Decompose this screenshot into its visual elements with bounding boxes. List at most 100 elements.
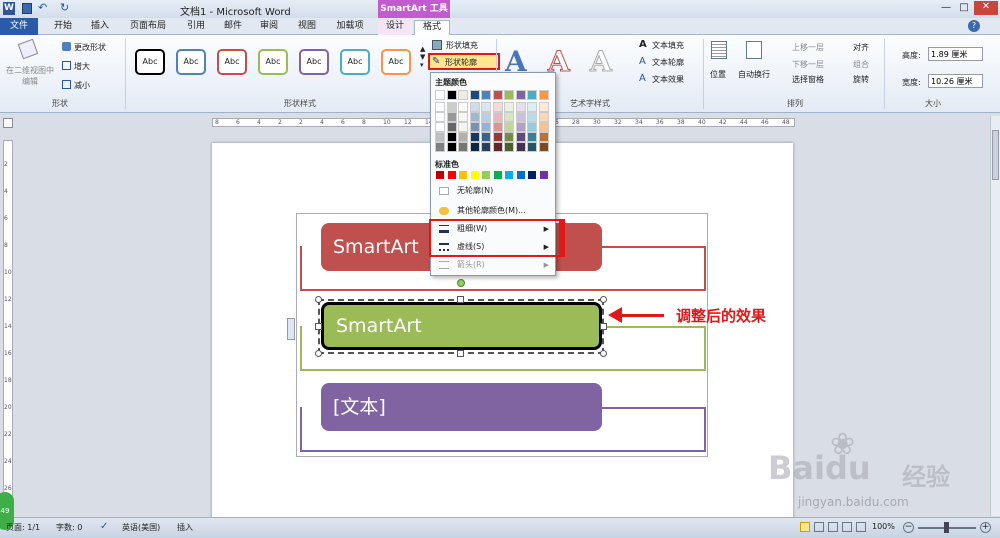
resize-handle[interactable]: [457, 296, 464, 303]
page-count[interactable]: 页面: 1/1: [6, 522, 40, 533]
shape-style-option[interactable]: Abc: [135, 49, 165, 75]
theme-color-swatch[interactable]: [504, 102, 514, 112]
word-count[interactable]: 字数: 0: [56, 522, 82, 533]
zoom-thumb[interactable]: [944, 522, 949, 533]
tab-insert[interactable]: 插入: [85, 20, 115, 35]
theme-color-swatch[interactable]: [458, 102, 468, 112]
insert-mode[interactable]: 插入: [177, 522, 193, 533]
theme-color-swatch[interactable]: [481, 90, 491, 100]
text-fill-button[interactable]: 文本填充: [652, 40, 684, 51]
tab-design[interactable]: 设计: [378, 20, 412, 35]
theme-color-swatch[interactable]: [435, 90, 445, 100]
theme-color-swatch[interactable]: [435, 132, 445, 142]
standard-color-swatch[interactable]: [528, 171, 536, 179]
theme-color-swatch[interactable]: [458, 90, 468, 100]
tab-format[interactable]: 格式: [414, 20, 450, 36]
resize-handle[interactable]: [315, 323, 322, 330]
align-button[interactable]: 对齐: [853, 42, 869, 53]
theme-color-swatch[interactable]: [538, 142, 549, 152]
standard-color-swatch[interactable]: [505, 171, 513, 179]
shape-style-option[interactable]: Abc: [381, 49, 411, 75]
text-effects-button[interactable]: 文本效果: [652, 74, 684, 85]
theme-color-swatch[interactable]: [538, 132, 549, 142]
larger-button[interactable]: 增大: [74, 61, 90, 72]
resize-handle[interactable]: [457, 350, 464, 357]
theme-color-swatch[interactable]: [446, 102, 457, 112]
theme-color-swatch[interactable]: [515, 112, 526, 122]
resize-handle[interactable]: [600, 296, 607, 303]
tab-references[interactable]: 引用: [181, 20, 211, 35]
smartart-shape-2[interactable]: SmartArt: [321, 302, 602, 350]
gallery-scroll-icon[interactable]: ▲ ▼ ▾: [420, 45, 425, 69]
tab-addins[interactable]: 加载项: [330, 20, 370, 35]
theme-color-swatch[interactable]: [435, 102, 445, 112]
shape-style-option[interactable]: Abc: [340, 49, 370, 75]
theme-color-swatch[interactable]: [504, 132, 514, 142]
theme-color-swatch[interactable]: [446, 142, 457, 152]
standard-color-swatch[interactable]: [516, 171, 525, 179]
text-outline-button[interactable]: 文本轮廓: [652, 57, 684, 68]
theme-color-swatch[interactable]: [515, 122, 526, 132]
zoom-out-button[interactable]: −: [903, 522, 914, 533]
tab-file[interactable]: 文件: [0, 18, 38, 35]
theme-color-swatch[interactable]: [504, 122, 514, 132]
arrows-item[interactable]: 箭头(R) ▶: [433, 257, 555, 273]
view-draft-icon[interactable]: [856, 522, 866, 532]
weight-item[interactable]: 粗细(W) ▶: [433, 221, 555, 237]
redo-icon[interactable]: ↻: [60, 1, 69, 14]
minimize-button[interactable]: —: [938, 2, 954, 14]
standard-color-swatch[interactable]: [539, 171, 548, 179]
shape-style-option[interactable]: Abc: [217, 49, 247, 75]
change-shape-button[interactable]: 更改形状: [74, 42, 106, 53]
standard-color-swatch[interactable]: [436, 171, 444, 179]
theme-color-swatch[interactable]: [481, 112, 491, 122]
theme-color-swatch[interactable]: [458, 132, 468, 142]
theme-color-swatch[interactable]: [446, 122, 457, 132]
shape-fill-button[interactable]: 形状填充: [446, 40, 478, 51]
theme-color-swatch[interactable]: [481, 122, 491, 132]
rotate-button[interactable]: 旋转: [853, 74, 869, 85]
selection-pane-button[interactable]: 选择窗格: [792, 74, 824, 85]
theme-color-swatch[interactable]: [538, 112, 549, 122]
wrap-text-button[interactable]: 自动换行: [738, 69, 770, 80]
theme-color-swatch[interactable]: [515, 90, 526, 100]
theme-color-swatch[interactable]: [446, 132, 457, 142]
theme-color-swatch[interactable]: [469, 132, 480, 142]
width-field[interactable]: [928, 74, 983, 88]
theme-color-swatch[interactable]: [458, 112, 468, 122]
theme-color-swatch[interactable]: [469, 90, 480, 100]
view-web-icon[interactable]: [828, 522, 838, 532]
theme-color-swatch[interactable]: [492, 90, 503, 100]
position-button[interactable]: 位置: [710, 69, 726, 80]
smaller-button[interactable]: 减小: [74, 80, 90, 91]
theme-color-swatch[interactable]: [435, 142, 445, 152]
shape-style-option[interactable]: Abc: [299, 49, 329, 75]
theme-color-swatch[interactable]: [515, 132, 526, 142]
view-reading-icon[interactable]: [814, 522, 824, 532]
theme-color-swatch[interactable]: [481, 102, 491, 112]
tab-mailings[interactable]: 邮件: [218, 20, 248, 35]
shape-outline-button[interactable]: ✎ 形状轮廓: [428, 53, 500, 70]
edit-2d-button[interactable]: 在二维视图中编辑: [4, 65, 56, 87]
shape-style-option[interactable]: Abc: [176, 49, 206, 75]
theme-color-swatch[interactable]: [538, 122, 549, 132]
theme-color-swatch[interactable]: [469, 102, 480, 112]
standard-color-swatch[interactable]: [482, 171, 490, 179]
theme-color-swatch[interactable]: [481, 132, 491, 142]
more-colors-item[interactable]: 其他轮廓颜色(M)...: [433, 203, 555, 219]
close-button[interactable]: ✕: [974, 1, 998, 15]
theme-color-swatch[interactable]: [458, 122, 468, 132]
shape-style-option[interactable]: Abc: [258, 49, 288, 75]
theme-color-swatch[interactable]: [527, 142, 537, 152]
theme-color-swatch[interactable]: [527, 122, 537, 132]
no-outline-item[interactable]: 无轮廓(N): [433, 183, 555, 199]
theme-color-swatch[interactable]: [469, 112, 480, 122]
theme-color-swatch[interactable]: [504, 112, 514, 122]
theme-color-swatch[interactable]: [446, 90, 457, 100]
resize-handle[interactable]: [315, 296, 322, 303]
undo-icon[interactable]: ↶: [38, 1, 47, 14]
theme-color-swatch[interactable]: [469, 122, 480, 132]
word-logo-icon[interactable]: W: [3, 2, 15, 15]
theme-color-swatch[interactable]: [515, 142, 526, 152]
theme-color-swatch[interactable]: [469, 142, 480, 152]
